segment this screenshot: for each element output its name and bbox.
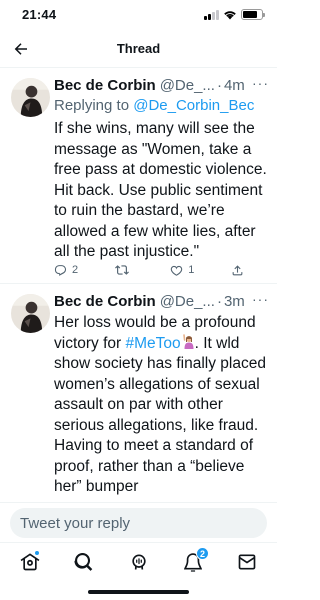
woman-raising-hand-emoji [182, 333, 194, 349]
reply-icon [54, 264, 67, 276]
page-title: Thread [116, 41, 161, 56]
avatar-photo-icon [11, 294, 50, 333]
reply-button[interactable]: 2 [54, 264, 78, 277]
nav-spaces[interactable] [124, 549, 154, 575]
status-icons [204, 9, 265, 20]
avatar[interactable] [11, 294, 50, 333]
nav-search[interactable] [69, 549, 99, 575]
nav-messages[interactable] [232, 549, 262, 575]
reply-input[interactable] [10, 508, 267, 538]
messages-icon [238, 554, 256, 570]
tweet-body: Bec de Corbin @De_... · 4m ··· Replying … [54, 76, 269, 263]
avatar-photo-icon [11, 78, 50, 117]
author-name[interactable]: Bec de Corbin [54, 292, 156, 311]
share-button[interactable] [231, 264, 244, 277]
tweet-meta: Bec de Corbin @De_... · 3m ··· [54, 292, 269, 311]
reply-composer [0, 502, 277, 542]
status-time: 21:44 [22, 7, 57, 22]
retweet-button[interactable] [114, 263, 134, 277]
more-options-button[interactable]: ··· [252, 76, 269, 94]
tweet[interactable]: Bec de Corbin @De_... · 3m ··· Her loss … [0, 284, 277, 502]
thread-header: Thread [0, 30, 277, 68]
avatar[interactable] [11, 78, 50, 117]
nav-notifications[interactable]: 2 [178, 547, 209, 575]
retweet-icon [114, 265, 129, 275]
notification-badge: 2 [196, 547, 209, 560]
spaces-icon [132, 554, 146, 570]
cellular-signal-icon [204, 9, 219, 20]
tweet-body: Bec de Corbin @De_... · 3m ··· Her loss … [54, 292, 269, 498]
wifi-icon [224, 10, 236, 19]
tweet[interactable]: Bec de Corbin @De_... · 4m ··· Replying … [0, 68, 277, 284]
home-indicator [88, 590, 189, 594]
tweet-time[interactable]: 3m [224, 292, 245, 311]
home-unread-dot [34, 550, 40, 556]
nav-home[interactable] [15, 549, 45, 575]
reply-count: 2 [72, 264, 79, 276]
replying-to-handle[interactable]: @De_Corbin_Bec [133, 97, 254, 114]
replying-to: Replying to @De_Corbin_Bec [54, 96, 269, 116]
heart-icon [171, 265, 183, 276]
author-name[interactable]: Bec de Corbin [54, 76, 156, 95]
author-handle[interactable]: @De_... [160, 292, 215, 311]
bottom-nav: 2 [0, 542, 277, 600]
tweet-meta: Bec de Corbin @De_... · 4m ··· [54, 76, 269, 95]
tweet-actions: 2 1 [54, 261, 244, 279]
tweet-separator: · [216, 293, 222, 310]
tweet-text: Her loss would be a profound victory for… [54, 313, 269, 498]
like-count: 1 [188, 264, 195, 276]
replying-to-label: Replying to [54, 97, 134, 114]
more-options-button[interactable]: ··· [252, 292, 269, 310]
author-handle[interactable]: @De_... [160, 76, 215, 95]
tweet-text: If she wins, many will see the message a… [54, 120, 267, 260]
tweet-text-end: . It wld show society has finally placed… [54, 334, 266, 496]
tweet-separator: · [216, 77, 222, 94]
share-icon [232, 264, 243, 275]
status-bar: 21:44 [0, 0, 277, 30]
tweet-time[interactable]: 4m [224, 76, 245, 95]
hashtag-link[interactable]: #MeToo [125, 335, 180, 352]
like-button[interactable]: 1 [170, 264, 194, 277]
search-icon [74, 553, 93, 571]
battery-icon [241, 9, 265, 20]
